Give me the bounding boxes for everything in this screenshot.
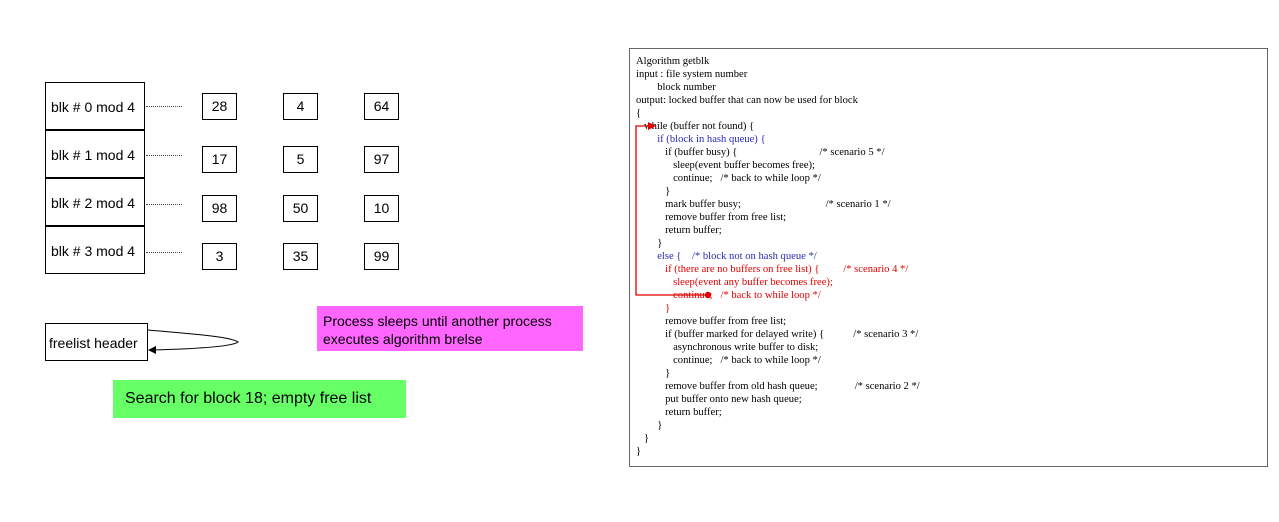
loop-back-origin-dot [704, 291, 712, 299]
diagram-overlay [147, 122, 712, 354]
loop-back-arrow [635, 125, 706, 296]
freelist-loop-arrow [147, 329, 239, 351]
freelist-arrow-head [148, 346, 156, 354]
loop-back-arrow-head [648, 122, 656, 130]
